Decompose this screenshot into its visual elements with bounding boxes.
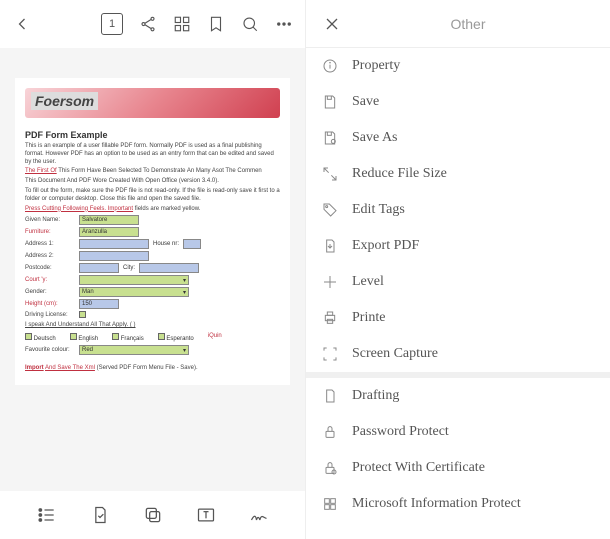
back-icon[interactable]	[12, 14, 32, 34]
menu-ms-protect[interactable]: Microsoft Information Protect	[306, 486, 610, 522]
copy-icon[interactable]	[143, 505, 163, 525]
doc-footer: Import And Save The Xml (Served PDF Form…	[25, 365, 280, 373]
doc-p1: This is an example of a user fillable PD…	[25, 143, 280, 166]
textbox-icon[interactable]	[196, 505, 216, 525]
page-number-badge[interactable]: 1	[101, 13, 123, 35]
chk-english[interactable]	[70, 333, 77, 340]
banner-title: Foersom	[31, 92, 98, 110]
menu-reduce[interactable]: Reduce File Size	[306, 156, 610, 192]
country-field[interactable]	[79, 275, 189, 285]
menu-cert-protect[interactable]: Protect With Certificate	[306, 450, 610, 486]
left-topbar: 1	[0, 0, 305, 48]
menu-export[interactable]: Export PDF	[306, 228, 610, 264]
capture-icon	[322, 346, 338, 362]
menu-property[interactable]: Property	[306, 48, 610, 84]
doc-p4: To fill out the form, make sure the PDF …	[25, 188, 280, 204]
share-icon[interactable]	[139, 15, 157, 33]
print-icon	[322, 310, 338, 326]
fav-colour-label: Favourite colour:	[25, 347, 75, 353]
info-icon	[322, 58, 338, 74]
address1-field[interactable]	[79, 239, 149, 249]
city-label: City:	[123, 265, 135, 271]
menu-save-as[interactable]: Save As	[306, 120, 610, 156]
level-icon	[322, 274, 338, 290]
postcode-label: Postcode:	[25, 265, 75, 271]
save-as-icon	[322, 130, 338, 146]
ms-grid-icon	[322, 496, 338, 512]
grid-icon[interactable]	[173, 15, 191, 33]
certificate-icon	[322, 460, 338, 476]
house-nr-label: House nr:	[153, 241, 179, 247]
house-nr-field[interactable]	[183, 239, 201, 249]
more-icon[interactable]	[275, 15, 293, 33]
menu-password-protect[interactable]: Password Protect	[306, 414, 610, 450]
save-icon	[322, 94, 338, 110]
menu-save[interactable]: Save	[306, 84, 610, 120]
address2-label: Address 2:	[25, 253, 75, 259]
height-field[interactable]: 150	[79, 299, 119, 309]
height-label: Height (cm):	[25, 301, 75, 307]
driving-label: Driving License:	[25, 312, 75, 318]
bottom-toolbar	[0, 491, 305, 539]
doc-p2: The First Of This Form Have Been Selecte…	[25, 168, 280, 176]
gender-field[interactable]: Man	[79, 287, 189, 297]
menu-edit-tags[interactable]: Edit Tags	[306, 192, 610, 228]
chk-esperanto[interactable]	[158, 333, 165, 340]
document-viewport[interactable]: Foersom PDF Form Example This is an exam…	[0, 48, 305, 491]
city-field[interactable]	[139, 263, 199, 273]
address1-label: Address 1:	[25, 241, 75, 247]
bookmark-icon[interactable]	[207, 15, 225, 33]
menu-screen-capture[interactable]: Screen Capture	[306, 336, 610, 372]
family-name-field[interactable]: Aranzulla	[79, 227, 139, 237]
tag-icon	[322, 202, 338, 218]
doc-p3: This Document And PDF Wore Created With …	[25, 178, 280, 186]
signature-icon[interactable]	[249, 505, 269, 525]
postcode-field[interactable]	[79, 263, 119, 273]
driving-checkbox[interactable]	[79, 311, 86, 318]
export-icon	[322, 238, 338, 254]
search-icon[interactable]	[241, 15, 259, 33]
right-panel-title: Other	[342, 16, 594, 32]
compress-icon	[322, 166, 338, 182]
menu-print[interactable]: Printe	[306, 300, 610, 336]
chk-francais[interactable]	[112, 333, 119, 340]
family-name-label: Furniture:	[25, 229, 75, 235]
lock-icon	[322, 424, 338, 440]
list-icon[interactable]	[37, 505, 57, 525]
given-name-field[interactable]: Salvatore	[79, 215, 139, 225]
right-panel-header: Other	[306, 0, 610, 48]
chk-deutsch[interactable]	[25, 333, 32, 340]
menu-drafting[interactable]: Drafting	[306, 378, 610, 414]
draft-icon	[322, 388, 338, 404]
file-check-icon[interactable]	[90, 505, 110, 525]
country-label: Court 'y:	[25, 277, 75, 283]
address2-field[interactable]	[79, 251, 149, 261]
fav-colour-field[interactable]: Red	[79, 345, 189, 355]
menu-list: Property Save Save As Reduce File Size E…	[306, 48, 610, 539]
doc-heading: PDF Form Example	[25, 130, 280, 140]
pdf-document: Foersom PDF Form Example This is an exam…	[15, 78, 290, 385]
doc-p5: Press Cutting Following Feels. Important…	[25, 206, 280, 214]
banner: Foersom	[25, 88, 280, 118]
menu-level[interactable]: Level	[306, 264, 610, 300]
close-icon[interactable]	[322, 14, 342, 34]
speak-label: I speak And Understand All That Apply. (…	[25, 322, 280, 330]
gender-label: Gender:	[25, 289, 75, 295]
given-name-label: Given Name:	[25, 217, 75, 223]
